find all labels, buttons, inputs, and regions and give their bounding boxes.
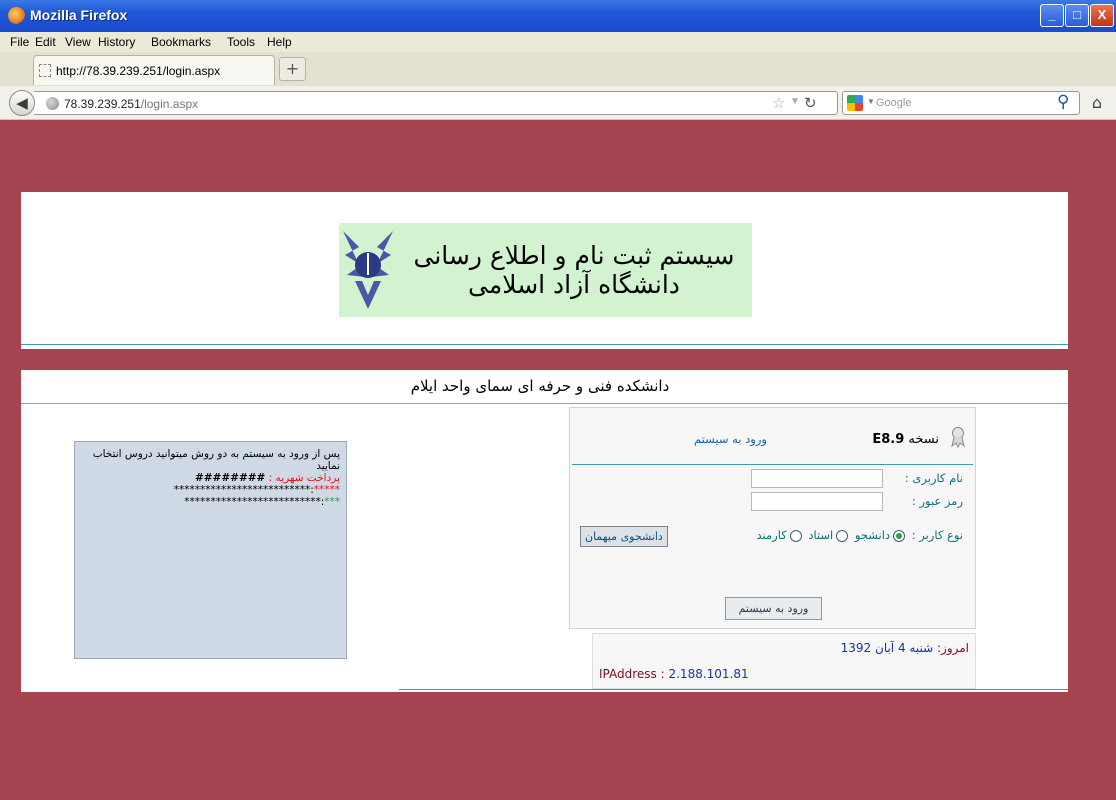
menu-tools[interactable]: Tools [227,35,255,49]
menu-edit[interactable]: Edit [35,35,56,49]
google-icon[interactable] [847,95,863,111]
masked-value: :************************** [184,496,325,508]
masked-line: *****:************************** [81,484,340,496]
maximize-button[interactable]: □ [1065,4,1089,27]
ip-value: 2.188.101.81 [668,667,749,681]
ip-label: IPAddress : [599,667,665,681]
masked-label: ***** [313,484,340,496]
menu-view[interactable]: View [65,35,91,49]
radio-staff-label[interactable]: کارمند [756,528,786,542]
search-icon[interactable]: ⚲ [1057,92,1069,112]
search-box[interactable]: ▼ Google ⚲ [842,91,1080,115]
radio-student-label[interactable]: دانشجو [855,528,890,542]
url-text: 78.39.239.251/login.aspx [64,97,198,111]
notice-box: پس از ورود به سیستم به دو روش میتوانید د… [74,441,347,659]
window-title-bar: Mozilla Firefox _ □ X [0,0,1116,32]
ip-line: IPAddress : 2.188.101.81 [599,667,749,681]
banner-title: سیستم ثبت نام و اطلاع رسانی دانشگاه آزاد… [413,241,735,299]
header-divider [21,344,1068,345]
university-banner: سیستم ثبت نام و اطلاع رسانی دانشگاه آزاد… [339,223,752,317]
url-path: /login.aspx [140,97,199,111]
page-icon [39,64,51,77]
university-emblem-icon [343,231,393,309]
url-host: 78.39.239.251 [64,97,141,111]
login-box: نسخه E8.9 ورود به سیستم نام کاربری : رمز… [569,407,976,629]
browser-tab[interactable]: http://78.39.239.251/login.aspx [33,55,275,85]
tuition-label: پرداخت شهریه : [265,472,340,484]
back-arrow-icon: ◀ [16,94,28,112]
bookmark-star-icon[interactable]: ☆ [772,94,785,112]
user-type-label: نوع کاربر : [911,528,963,542]
menu-history[interactable]: History [98,35,135,49]
award-icon [951,427,965,448]
menu-help[interactable]: Help [267,35,292,49]
home-button[interactable]: ⌂ [1086,93,1108,113]
radio-professor[interactable] [836,529,849,542]
college-name: دانشکده فنی و حرفه ای سمای واحد ایلام [410,377,670,395]
radio-professor-label[interactable]: استاد [808,528,833,542]
history-dropdown-icon[interactable]: ▼ [790,96,800,107]
password-label: رمز عبور : [911,494,963,508]
home-icon: ⌂ [1091,93,1103,112]
guest-student-button[interactable]: دانشجوی میهمان [580,526,668,547]
radio-student[interactable] [893,529,906,542]
info-box: امروز: شنبه 4 آبان 1392 IPAddress : 2.18… [592,633,976,689]
version-text: نسخه E8.9 [872,432,939,447]
user-type-group: نوع کاربر : دانشجو استاد کارمند [756,528,963,542]
notice-line: پس از ورود به سیستم به دو روش میتوانید د… [92,448,340,472]
login-submit-button[interactable]: ورود به سیستم [725,597,822,620]
new-tab-button[interactable]: + [279,57,306,81]
firefox-icon [8,7,25,24]
tuition-value: ######## [194,472,266,484]
date-line: امروز: شنبه 4 آبان 1392 [841,641,969,655]
date-value: شنبه 4 آبان 1392 [840,641,934,655]
search-placeholder: Google [876,97,912,109]
masked-line: ***:************************** [81,496,340,508]
masked-label: *** [324,496,340,508]
minimize-button[interactable]: _ [1040,4,1064,27]
masked-value: :************************** [173,484,314,496]
tuition-line: پرداخت شهریه : ######## [81,472,340,484]
menu-bookmarks[interactable]: Bookmarks [151,35,211,49]
window-title: Mozilla Firefox [30,7,128,23]
menu-bar: File Edit View History Bookmarks Tools H… [0,32,1116,52]
back-button[interactable]: ◀ [9,90,35,116]
password-input[interactable] [751,492,883,511]
username-label: نام کاربری : [904,471,963,485]
search-engine-dropdown-icon[interactable]: ▼ [867,97,875,106]
site-identity-icon[interactable] [46,97,59,110]
login-heading: ورود به سیستم [694,432,767,446]
menu-file[interactable]: File [10,35,29,49]
username-input[interactable] [751,469,883,488]
url-bar[interactable]: 78.39.239.251/login.aspx ☆ ▼ ↻ [34,91,838,115]
radio-staff[interactable] [789,529,802,542]
close-button[interactable]: X [1090,4,1114,27]
college-divider [21,403,1068,404]
footer-divider [399,689,1068,690]
date-label: امروز: [936,641,969,655]
tab-label: http://78.39.239.251/login.aspx [56,64,221,78]
reload-icon[interactable]: ↻ [804,94,817,112]
version-label: نسخه [908,432,939,447]
version-number: E8.9 [872,432,905,447]
login-divider [572,464,973,465]
